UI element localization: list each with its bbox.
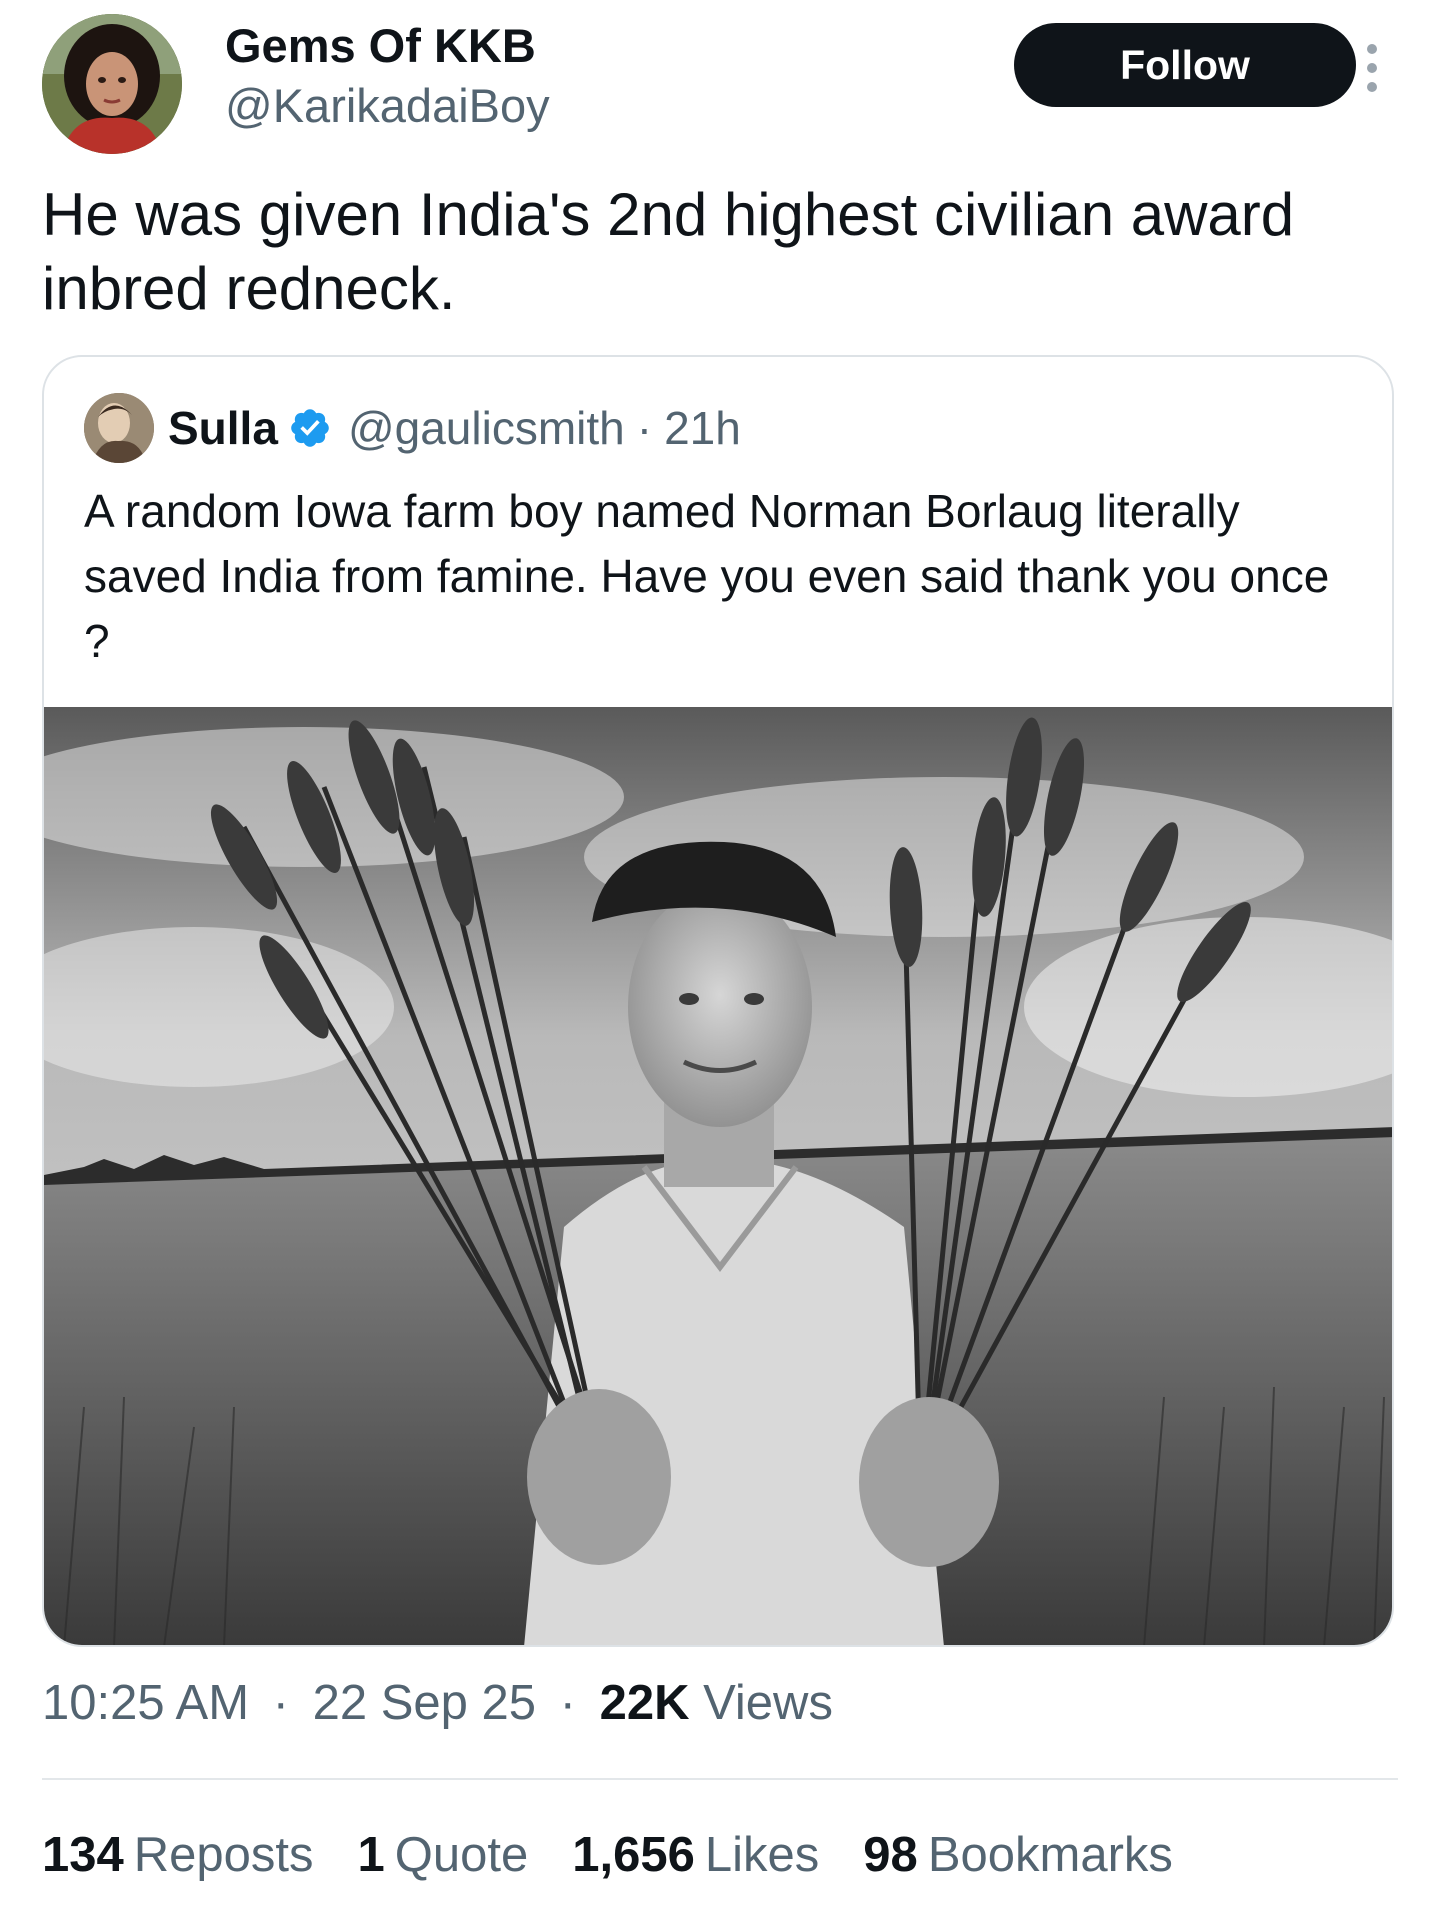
tweet-date[interactable]: 22 Sep 25	[313, 1676, 536, 1730]
author-handle[interactable]: @KarikadaiBoy	[225, 76, 550, 136]
quoted-author-avatar[interactable]	[84, 393, 154, 463]
quoted-timestamp[interactable]: 21h	[664, 401, 741, 455]
author-avatar[interactable]	[42, 14, 182, 154]
quoted-tweet-photo[interactable]	[44, 707, 1392, 1645]
quoted-tweet-header: Sulla @gaulicsmith · 21h	[84, 393, 741, 463]
tweet-text: He was given India's 2nd highest civilia…	[42, 181, 1295, 322]
wheat-field-photo	[44, 707, 1392, 1645]
likes-count: 1,656	[572, 1828, 695, 1882]
dot-separator: ·	[559, 1676, 576, 1730]
dot-separator: ·	[272, 1676, 289, 1730]
follow-button[interactable]: Follow	[1014, 23, 1356, 107]
more-dot	[1367, 44, 1377, 54]
quoted-tweet-text: A random Iowa farm boy named Norman Borl…	[84, 485, 1330, 667]
quoted-author-handle[interactable]: @gaulicsmith	[348, 401, 625, 455]
views-label: Views	[703, 1676, 833, 1730]
more-dot	[1367, 63, 1377, 73]
verified-badge-icon	[291, 409, 329, 447]
bookmarks-label: Bookmarks	[927, 1828, 1173, 1882]
quotes-count: 1	[357, 1828, 385, 1882]
author-block[interactable]: Gems Of KKB @KarikadaiBoy	[225, 16, 550, 136]
likes-label: Likes	[704, 1828, 820, 1882]
bookmarks-count: 98	[863, 1828, 918, 1882]
likes-stat[interactable]: 1,656 Likes	[572, 1824, 819, 1886]
divider	[42, 1778, 1398, 1780]
quotes-stat[interactable]: 1 Quote	[358, 1824, 529, 1886]
tweet-meta: 10:25 AM · 22 Sep 25 · 22K Views	[42, 1672, 833, 1734]
more-options-icon[interactable]	[1352, 38, 1392, 98]
more-dot	[1367, 82, 1377, 92]
quotes-label: Quote	[394, 1828, 529, 1882]
reposts-stat[interactable]: 134 Reposts	[42, 1824, 314, 1886]
reposts-count: 134	[42, 1828, 124, 1882]
tweet-time[interactable]: 10:25 AM	[42, 1676, 249, 1730]
dot-separator: ·	[636, 402, 653, 454]
tweet-header: Gems Of KKB @KarikadaiBoy Follow	[42, 14, 1398, 154]
reposts-label: Reposts	[133, 1828, 314, 1882]
bookmarks-stat[interactable]: 98 Bookmarks	[863, 1824, 1173, 1886]
quoted-author-name[interactable]: Sulla	[168, 401, 278, 455]
engagement-stats: 134 Reposts 1 Quote 1,656 Likes 98 Bookmarks	[42, 1824, 1173, 1886]
author-name[interactable]: Gems Of KKB	[225, 16, 550, 76]
views-count: 22K	[599, 1676, 690, 1730]
quoted-tweet-card[interactable]: Sulla @gaulicsmith · 21h A random Iowa f…	[42, 355, 1394, 1647]
